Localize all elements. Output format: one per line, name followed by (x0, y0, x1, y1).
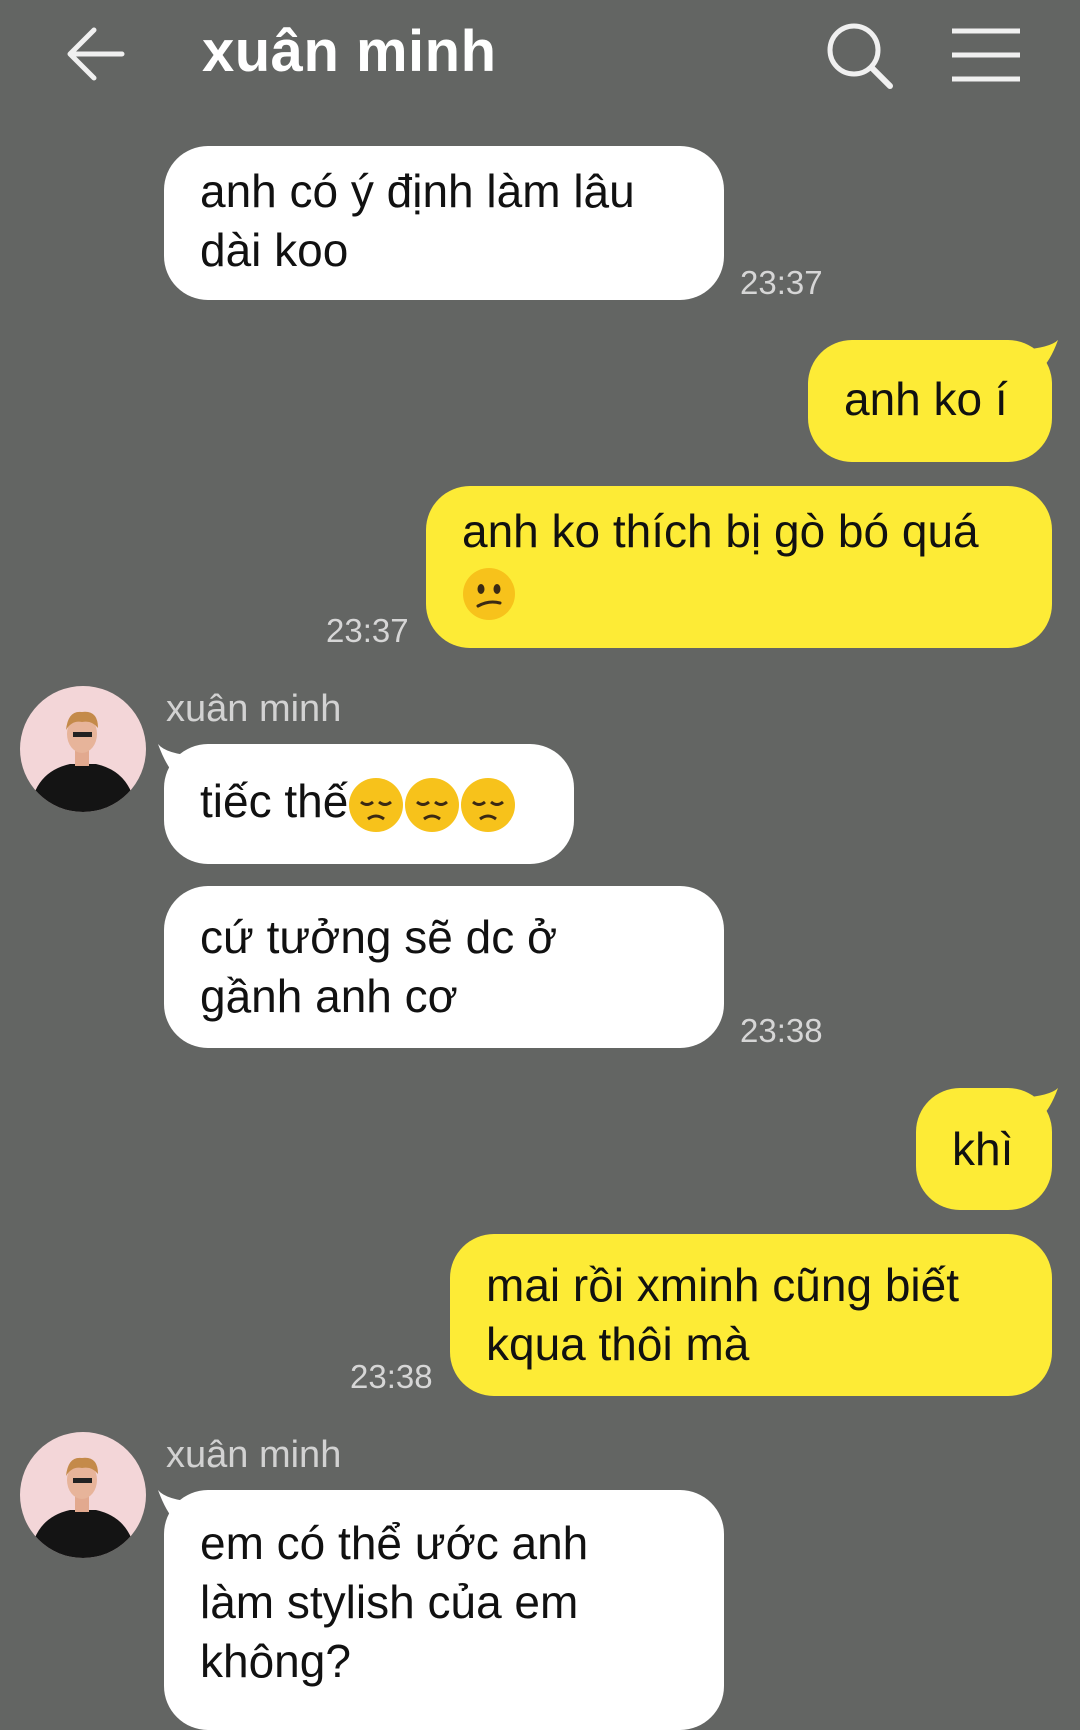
message-timestamp: 23:37 (326, 612, 409, 649)
sender-name: xuân minh (166, 1434, 342, 1476)
chat-title: xuân minh (202, 19, 497, 84)
message-line: mai rồi xminh cũng biết (486, 1259, 959, 1311)
incoming-message-bubble[interactable]: anh có ý định làm lâu dài koo (164, 146, 724, 300)
back-arrow-icon[interactable] (60, 22, 140, 86)
message-line: không? (200, 1635, 351, 1687)
message-line: cứ tưởng sẽ dc ở (200, 911, 558, 963)
message-line: dài koo (200, 224, 349, 276)
message-line: tiếc thế (200, 775, 349, 827)
message-line: khì (952, 1123, 1014, 1175)
outgoing-message-bubble[interactable]: anh ko thích bị gò bó quá (426, 486, 1052, 648)
message-line: anh ko thích bị gò bó quá (462, 505, 979, 557)
avatar-photo (20, 686, 146, 812)
bubble-tail (1020, 1088, 1058, 1118)
incoming-message-bubble[interactable]: em có thể ước anh làm stylish của em khô… (164, 1490, 724, 1730)
disappointed-face-emoji-icon (461, 777, 516, 832)
message-line: làm stylish của em (200, 1576, 579, 1628)
avatar[interactable] (20, 1432, 146, 1558)
outgoing-message-bubble[interactable]: mai rồi xminh cũng biết kqua thôi mà (450, 1234, 1052, 1396)
message-line: anh có ý định làm lâu (200, 165, 635, 217)
bubble-tail (1020, 340, 1058, 370)
avatar[interactable] (20, 686, 146, 812)
search-icon[interactable] (820, 20, 900, 92)
incoming-message-bubble[interactable]: cứ tưởng sẽ dc ở gầnh anh cơ (164, 886, 724, 1048)
incoming-message-bubble[interactable]: tiếc thế (164, 744, 574, 864)
message-timestamp: 23:38 (350, 1358, 433, 1395)
disappointed-face-emoji-icon (405, 777, 460, 832)
disappointed-face-emoji-icon (349, 777, 404, 832)
sender-name: xuân minh (166, 688, 342, 730)
message-line: kqua thôi mà (486, 1318, 750, 1370)
message-timestamp: 23:37 (740, 264, 823, 301)
message-line: em có thể ước anh (200, 1517, 589, 1569)
message-line: gầnh anh cơ (200, 970, 458, 1022)
message-line: anh ko í (844, 373, 1008, 425)
confused-face-emoji-icon (463, 567, 515, 620)
message-timestamp: 23:38 (740, 1012, 823, 1049)
avatar-photo (20, 1432, 146, 1558)
hamburger-menu-icon[interactable] (948, 24, 1024, 86)
outgoing-message-bubble[interactable]: anh ko í (808, 340, 1052, 462)
